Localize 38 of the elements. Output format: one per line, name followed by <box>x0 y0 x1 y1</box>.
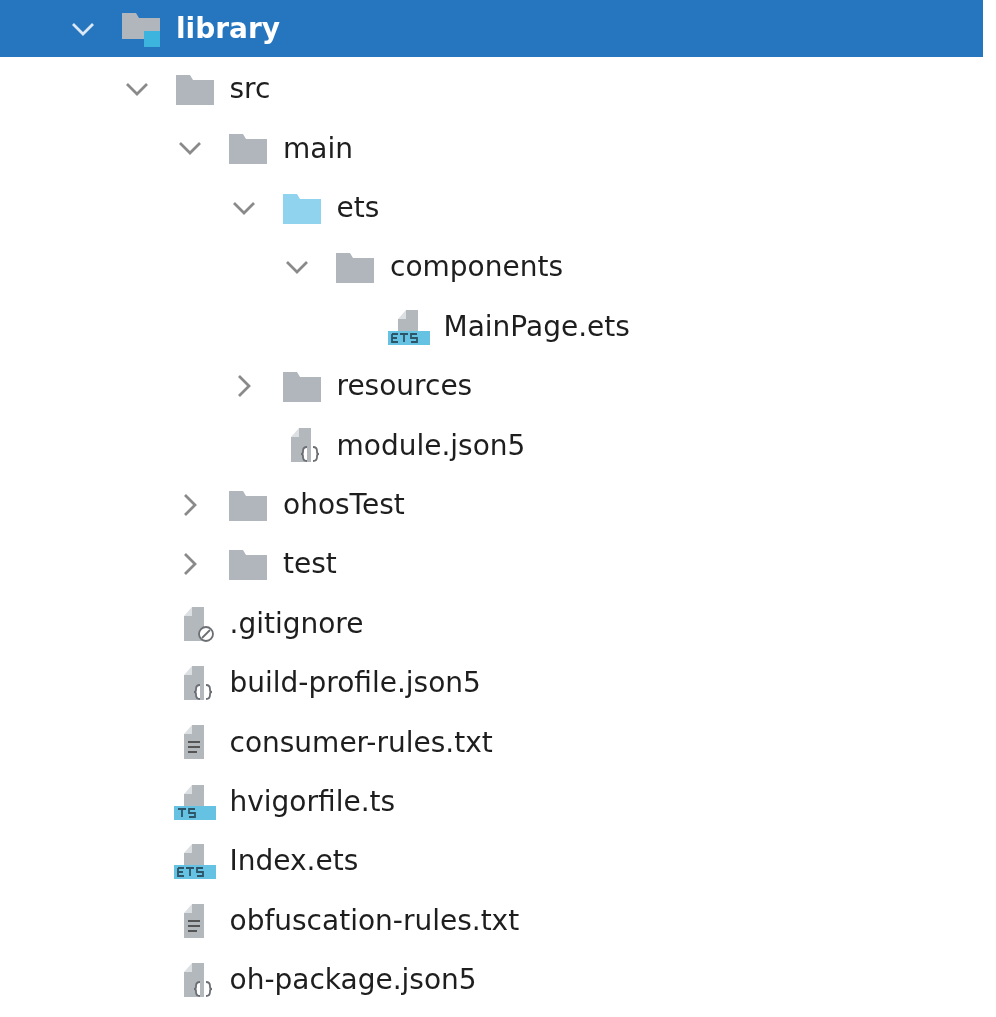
item-label: obfuscation-rules.txt <box>229 903 520 938</box>
tree-row[interactable]: obfuscation-rules.txt <box>0 890 983 951</box>
item-label: MainPage.ets <box>443 309 630 344</box>
item-label: consumer-rules.txt <box>229 725 493 760</box>
module-folder-icon <box>120 10 162 47</box>
tree-row[interactable]: .gitignore <box>0 593 983 654</box>
tree-row[interactable]: test <box>0 534 983 594</box>
item-label: Index.ets <box>229 844 359 878</box>
tree-row[interactable]: ohosTest <box>0 475 983 535</box>
item-label: resources <box>336 369 473 403</box>
item-label: library <box>176 11 280 46</box>
tree-row[interactable]: module.json5 <box>0 415 983 476</box>
tree-row[interactable]: hvigorfile.ts <box>0 772 983 832</box>
item-label: ets <box>336 191 380 225</box>
item-label: module.json5 <box>336 428 526 463</box>
tree-row[interactable]: library <box>0 0 983 57</box>
item-label: build-profile.json5 <box>229 666 481 700</box>
item-label: src <box>229 72 271 106</box>
tree-row[interactable]: components <box>0 237 983 297</box>
item-label: main <box>283 131 353 166</box>
tree-row[interactable]: oh-package.json5 <box>0 950 983 1010</box>
tree-row[interactable]: Index.ets <box>0 831 983 891</box>
item-label: test <box>283 547 337 581</box>
ts-file-icon <box>173 783 216 820</box>
item-label: oh-package.json5 <box>229 963 477 997</box>
tree-row[interactable]: MainPage.ets <box>0 296 983 357</box>
tree-row[interactable]: consumer-rules.txt <box>0 712 983 773</box>
tree-row[interactable]: src <box>0 59 983 119</box>
tree-row[interactable]: build-profile.json5 <box>0 653 983 713</box>
item-label: components <box>390 250 563 285</box>
item-label: ohosTest <box>283 488 405 522</box>
tree-row[interactable]: resources <box>0 356 983 416</box>
tree-row[interactable]: main <box>0 118 983 179</box>
ets-file-icon <box>173 843 216 880</box>
item-label: .gitignore <box>229 606 364 641</box>
ets-file-icon <box>387 308 430 345</box>
tree-row[interactable]: ets <box>0 178 983 238</box>
item-label: hvigorfile.ts <box>229 784 396 819</box>
